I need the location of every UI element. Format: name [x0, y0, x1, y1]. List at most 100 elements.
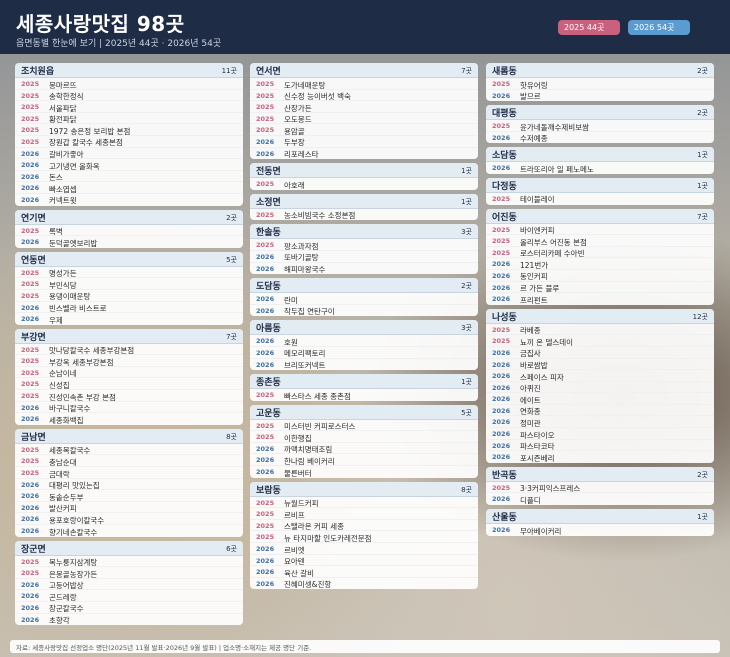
year-tag: 2025	[492, 483, 511, 492]
district-card: 나성동 12곳 2025 라베종 2025 뇨끼 온 델스데이 2026 금집사 2026 바로쌈…	[486, 308, 714, 463]
year-tag: 2026	[492, 372, 511, 381]
district-count: 2곳	[697, 67, 708, 75]
restaurant-row: 2026 금집사	[486, 347, 714, 359]
year-tag: 2025	[256, 210, 275, 219]
year-tag: 2026	[21, 149, 40, 158]
restaurant-name: 아호래	[284, 180, 305, 190]
year-tag: 2025	[256, 180, 275, 189]
restaurant-row: 2025 도가네매운탕	[250, 78, 478, 90]
restaurant-name: 해피마왕국수	[284, 265, 326, 275]
restaurant-row: 2025 신수정 능이버섯 백숙	[250, 90, 478, 102]
restaurant-row: 2026 동솥순두부	[15, 490, 243, 502]
district-name: 전동면	[256, 167, 281, 178]
restaurant-row: 2025 아호래	[250, 178, 478, 190]
restaurant-row: 2025 산장가든	[250, 101, 478, 113]
restaurant-row: 2026 초향각	[15, 614, 243, 626]
restaurant-row: 2026 121번가	[486, 258, 714, 270]
restaurant-row: 2025 뉴월드커피	[250, 497, 478, 509]
restaurant-row: 2025 올리부스 어진동 본점	[486, 235, 714, 247]
year-tag: 2026	[492, 295, 511, 304]
district-name: 어진동	[492, 212, 517, 223]
restaurant-row: 2026 용포호랑이칼국수	[15, 513, 243, 525]
district-header: 소담동 1곳	[486, 147, 714, 163]
district-count: 12곳	[692, 312, 708, 321]
restaurant-row: 2026 세종화백집	[15, 413, 243, 425]
year-tag: 2026	[21, 527, 40, 535]
year-tag: 2026	[492, 526, 511, 535]
year-tag: 2026	[492, 406, 511, 415]
district-count: 2곳	[697, 470, 708, 479]
restaurant-name: 물른버터	[284, 468, 312, 478]
year-tag: 2025	[21, 557, 40, 566]
restaurant-row: 2025 빠스타스 세종 종촌점	[250, 389, 478, 401]
restaurant-row: 2025 세종복칼국수	[15, 444, 243, 456]
year-tag: 2026	[492, 283, 511, 292]
restaurant-row: 2026 둔덕골옛보리밥	[15, 236, 243, 248]
restaurant-row: 2025 복누룽지삼계탕	[15, 556, 243, 568]
restaurant-row: 2025 윤가네돌깨수제비보쌈	[486, 120, 714, 132]
district-card: 연서면 7곳 2025 도가네매운탕 2025 신수정 능이버섯 백숙 2025 산장가든 20…	[250, 63, 478, 160]
restaurant-row: 2026 돈스	[15, 171, 243, 183]
year-tag: 2026	[256, 545, 275, 554]
restaurant-row: 2025 장원갑 칼국수 세종본점	[15, 136, 243, 148]
district-name: 산울동	[492, 513, 517, 524]
restaurant-name: 커넥트윗	[49, 196, 77, 206]
district-name: 조치원읍	[21, 67, 55, 77]
district-card: 산울동 1곳 2026 무아베이커리	[486, 509, 714, 536]
district-card: 전동면 1곳 2025 아호래	[250, 163, 478, 190]
year-tag: 2026	[492, 441, 511, 450]
header-banner: 세종사랑맛집 98곳 읍면동별 한눈에 보기 | 2025년 44곳 · 202…	[0, 0, 730, 54]
restaurant-name: 무아베이커리	[520, 526, 562, 536]
restaurant-name: 농소비빔국수 소정본점	[284, 211, 356, 221]
restaurant-row: 2025 몽마르뜨	[15, 78, 243, 90]
restaurant-name: 프리펀트	[520, 295, 548, 305]
year-tag: 2026	[256, 444, 275, 453]
year-tag: 2026	[256, 568, 275, 577]
restaurant-row: 2026 트라또리아 일 페노메노	[486, 162, 714, 174]
district-header: 반곡동 2곳	[486, 466, 714, 482]
restaurant-row: 2026 물른버터	[250, 466, 478, 478]
restaurant-row: 2025 충남순대	[15, 455, 243, 468]
district-name: 아름동	[256, 324, 281, 335]
restaurant-row: 2026 커넥트윗	[15, 194, 243, 206]
district-header: 부강면 7곳	[15, 328, 243, 344]
year-tag: 2026	[492, 453, 511, 462]
restaurant-row: 2026 한나림 베이커리	[250, 454, 478, 467]
restaurant-row: 2025 용암골	[250, 124, 478, 136]
district-header: 산울동 1곳	[486, 509, 714, 525]
restaurant-row: 2025 스탤라온 커피 세종	[250, 520, 478, 532]
restaurant-row: 2025 맛나당칼국수 세종부강본점	[15, 344, 243, 356]
restaurant-name: 우제	[49, 315, 63, 325]
year-tag: 2026	[21, 492, 40, 501]
district-header: 연서면 7곳	[250, 63, 478, 78]
restaurant-row: 2026 아퀴진	[486, 382, 714, 394]
district-header: 어진동 7곳	[486, 208, 714, 224]
restaurant-row: 2025 핫유어링	[486, 78, 714, 90]
district-card: 종촌동 1곳 2025 빠스타스 세종 종촌점	[250, 374, 478, 401]
restaurant-row: 2025 은몽골농장가든	[15, 567, 243, 579]
district-card: 금남면 8곳 2025 세종복칼국수 2025 충남순대 2025 금대락 2026 대평리 맛있…	[15, 428, 243, 537]
district-count: 1곳	[461, 167, 472, 176]
year-tag: 2026	[256, 337, 275, 346]
year-tag: 2026	[21, 603, 40, 612]
restaurant-row: 2026 호원	[250, 335, 478, 347]
district-header: 도담동 2곳	[250, 278, 478, 294]
badge-2026: 2026 54곳	[628, 20, 690, 35]
year-tag: 2025	[492, 248, 511, 257]
year-tag: 2026	[256, 295, 275, 304]
year-tag: 2026	[21, 480, 40, 489]
restaurant-row: 2026 향기네손칼국수	[15, 525, 243, 537]
year-tag: 2025	[21, 137, 40, 146]
restaurant-row: 2025 금대락	[15, 467, 243, 479]
restaurant-row: 2025 용댕이매운탕	[15, 290, 243, 302]
year-tag: 2026	[256, 360, 275, 369]
year-tag: 2025	[256, 433, 275, 442]
restaurant-row: 2025 송학한정식	[15, 90, 243, 102]
year-tag: 2025	[256, 521, 275, 530]
restaurant-row: 2025 르비프	[250, 508, 478, 520]
year-tag: 2026	[492, 133, 511, 142]
restaurant-name: 작두집 연탄구이	[284, 307, 335, 317]
district-card: 부강면 7곳 2025 맛나당칼국수 세종부강본점 2025 부강옥 세종부강본점 2025…	[15, 328, 243, 425]
restaurant-name: 세종화백집	[49, 415, 84, 425]
district-count: 7곳	[461, 67, 472, 75]
